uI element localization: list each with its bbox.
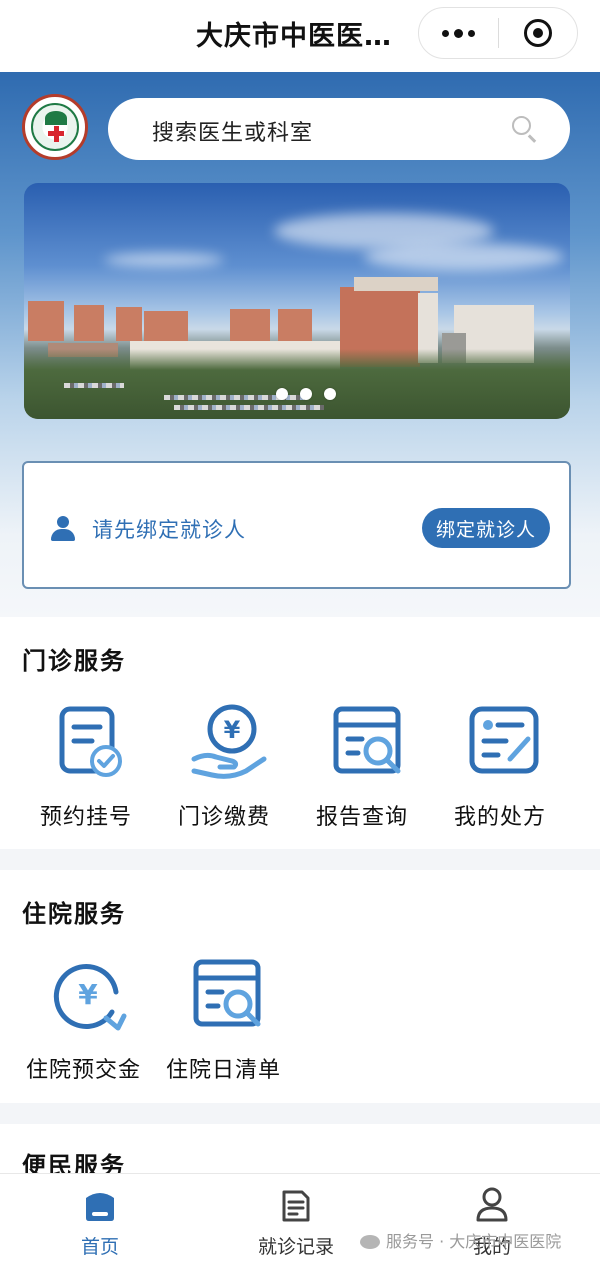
page-title: 大庆市中医医… xyxy=(196,21,392,52)
daily-list-icon xyxy=(193,959,261,1027)
outpatient-section: 门诊服务 预约挂号 ¥ 门诊缴费 报告查询 我的处方 xyxy=(0,617,600,849)
tab-label: 首页 xyxy=(80,1236,119,1258)
hospital-logo-icon xyxy=(22,94,88,160)
payment-icon: ¥ xyxy=(191,704,267,779)
service-report-search[interactable]: 报告查询 xyxy=(302,617,442,849)
service-label: 住院日清单 xyxy=(166,1058,282,1083)
service-appointment[interactable]: 预约挂号 xyxy=(20,617,160,849)
close-button[interactable] xyxy=(499,8,578,58)
user-icon xyxy=(50,516,76,542)
banner-dot[interactable] xyxy=(300,388,312,400)
navigation-bar: 大庆市中医医… xyxy=(0,0,600,72)
service-payment[interactable]: ¥ 门诊缴费 xyxy=(162,617,302,849)
mini-program-capsule xyxy=(418,7,578,59)
service-label: 报告查询 xyxy=(316,805,409,830)
service-label: 门诊缴费 xyxy=(178,805,271,830)
deposit-icon: ¥ xyxy=(53,964,127,1031)
search-icon[interactable] xyxy=(512,116,538,143)
appointment-icon xyxy=(59,706,122,777)
bind-prompt: 请先绑定就诊人 xyxy=(92,518,246,542)
target-close-icon xyxy=(523,19,552,47)
records-icon xyxy=(282,1190,310,1222)
bind-patient-button[interactable]: 绑定就诊人 xyxy=(422,508,550,548)
watermark: 服务号 · 大庆市中医医院 xyxy=(360,1228,561,1252)
service-label: 我的处方 xyxy=(454,805,547,830)
service-label: 住院预交金 xyxy=(26,1058,142,1083)
svg-text:¥: ¥ xyxy=(78,978,98,1011)
svg-text:¥: ¥ xyxy=(224,716,241,744)
search-placeholder: 搜索医生或科室 xyxy=(152,121,314,146)
more-dots-icon xyxy=(441,28,475,38)
service-deposit[interactable]: ¥ 住院预交金 xyxy=(20,870,160,1103)
search-input[interactable]: 搜索医生或科室 xyxy=(108,98,570,160)
report-search-icon xyxy=(333,706,401,774)
service-prescription[interactable]: 我的处方 xyxy=(442,617,582,849)
profile-icon xyxy=(476,1187,508,1222)
banner-dot[interactable] xyxy=(324,388,336,400)
more-button[interactable] xyxy=(419,8,498,58)
bind-patient-card: 请先绑定就诊人 绑定就诊人 xyxy=(22,461,571,589)
banner-pagination xyxy=(276,388,336,400)
service-label: 预约挂号 xyxy=(40,805,133,830)
watermark-text: 服务号 · 大庆市中医医院 xyxy=(386,1232,562,1251)
wechat-icon xyxy=(360,1235,380,1249)
banner-dot[interactable] xyxy=(276,388,288,400)
prescription-icon xyxy=(469,706,539,774)
inpatient-section: 住院服务 ¥ 住院预交金 住院日清单 xyxy=(0,870,600,1103)
banner-carousel[interactable] xyxy=(24,183,570,419)
home-icon xyxy=(86,1193,114,1221)
service-daily-list[interactable]: 住院日清单 xyxy=(162,870,302,1103)
tab-home[interactable]: 首页 xyxy=(0,1174,200,1263)
